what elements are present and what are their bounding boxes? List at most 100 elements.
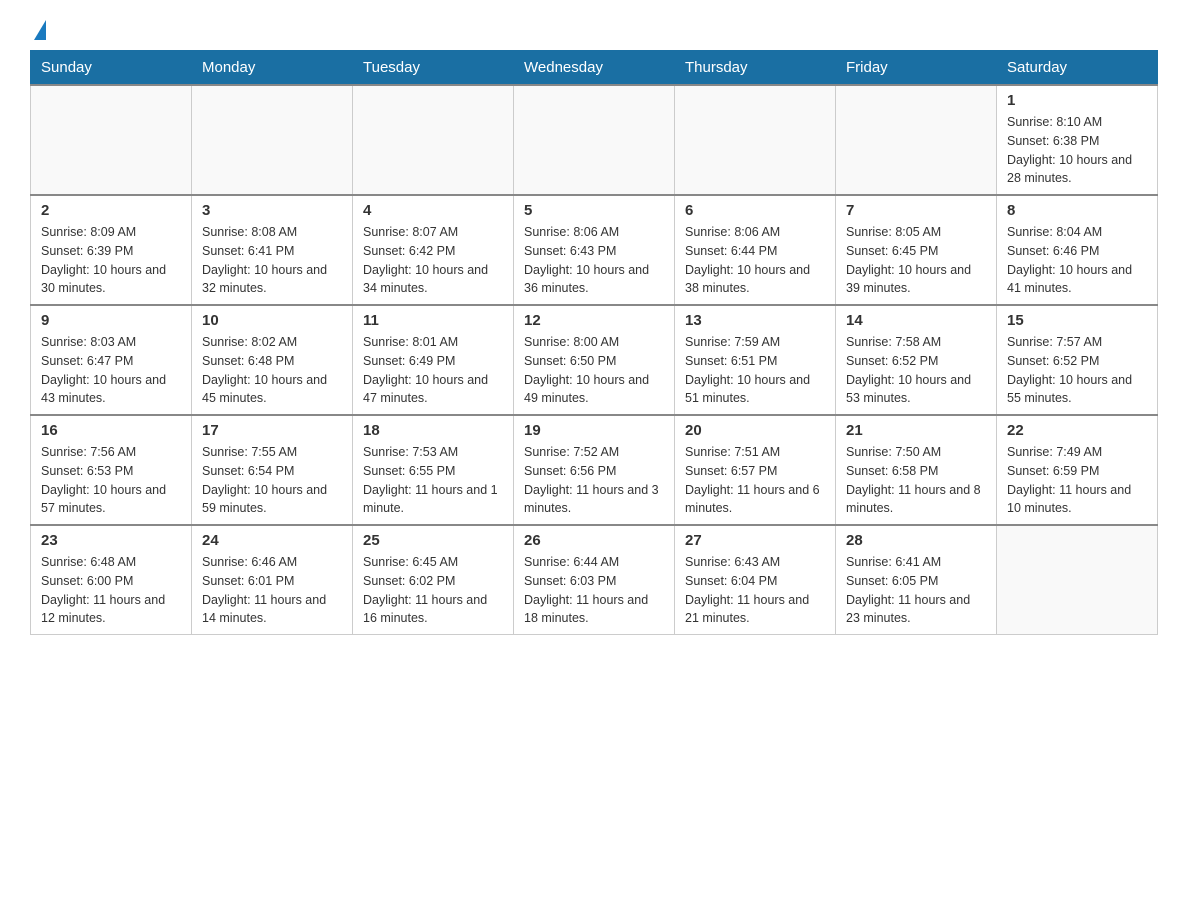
day-number: 3 — [202, 202, 342, 219]
day-number: 27 — [685, 532, 825, 549]
day-number: 4 — [363, 202, 503, 219]
day-number: 13 — [685, 312, 825, 329]
day-info: Sunrise: 8:04 AM Sunset: 6:46 PM Dayligh… — [1007, 223, 1147, 298]
calendar-cell: 24 Sunrise: 6:46 AM Sunset: 6:01 PM Dayli… — [192, 525, 353, 635]
calendar-cell — [353, 85, 514, 195]
calendar-week-row: 16 Sunrise: 7:56 AM Sunset: 6:53 PM Dayli… — [31, 415, 1158, 525]
calendar-cell: 22Sunrise: 7:49 AM Sunset: 6:59 PM Dayli… — [997, 415, 1158, 525]
day-info: Sunrise: 7:50 AM Sunset: 6:58 PM Dayligh… — [846, 443, 986, 518]
day-info: Sunrise: 8:07 AM Sunset: 6:42 PM Dayligh… — [363, 223, 503, 298]
calendar-cell: 15 Sunrise: 7:57 AM Sunset: 6:52 PM Dayli… — [997, 305, 1158, 415]
calendar-cell: 1Sunrise: 8:10 AM Sunset: 6:38 PM Daylig… — [997, 85, 1158, 195]
calendar-cell: 12 Sunrise: 8:00 AM Sunset: 6:50 PM Dayli… — [514, 305, 675, 415]
day-info: Sunrise: 8:00 AM Sunset: 6:50 PM Dayligh… — [524, 333, 664, 408]
calendar-cell: 27 Sunrise: 6:43 AM Sunset: 6:04 PM Dayli… — [675, 525, 836, 635]
calendar-cell: 25 Sunrise: 6:45 AM Sunset: 6:02 PM Dayli… — [353, 525, 514, 635]
day-number: 25 — [363, 532, 503, 549]
weekday-header-sunday: Sunday — [31, 51, 192, 86]
day-info: Sunrise: 7:51 AM Sunset: 6:57 PM Dayligh… — [685, 443, 825, 518]
day-number: 19 — [524, 422, 664, 439]
day-info: Sunrise: 7:58 AM Sunset: 6:52 PM Dayligh… — [846, 333, 986, 408]
calendar-cell: 23 Sunrise: 6:48 AM Sunset: 6:00 PM Dayli… — [31, 525, 192, 635]
day-info: Sunrise: 8:02 AM Sunset: 6:48 PM Dayligh… — [202, 333, 342, 408]
calendar-cell: 16 Sunrise: 7:56 AM Sunset: 6:53 PM Dayli… — [31, 415, 192, 525]
day-number: 5 — [524, 202, 664, 219]
day-info: Sunrise: 6:45 AM Sunset: 6:02 PM Dayligh… — [363, 553, 503, 628]
calendar-cell: 9 Sunrise: 8:03 AM Sunset: 6:47 PM Daylig… — [31, 305, 192, 415]
day-number: 11 — [363, 312, 503, 329]
day-number: 22 — [1007, 422, 1147, 439]
calendar-table: SundayMondayTuesdayWednesdayThursdayFrid… — [30, 50, 1158, 635]
calendar-cell — [514, 85, 675, 195]
day-info: Sunrise: 7:53 AM Sunset: 6:55 PM Dayligh… — [363, 443, 503, 518]
day-number: 17 — [202, 422, 342, 439]
calendar-cell: 28 Sunrise: 6:41 AM Sunset: 6:05 PM Dayli… — [836, 525, 997, 635]
calendar-cell — [192, 85, 353, 195]
day-info: Sunrise: 8:09 AM Sunset: 6:39 PM Dayligh… — [41, 223, 181, 298]
day-number: 12 — [524, 312, 664, 329]
calendar-cell: 5 Sunrise: 8:06 AM Sunset: 6:43 PM Daylig… — [514, 195, 675, 305]
calendar-cell: 7 Sunrise: 8:05 AM Sunset: 6:45 PM Daylig… — [836, 195, 997, 305]
day-number: 18 — [363, 422, 503, 439]
day-number: 6 — [685, 202, 825, 219]
calendar-cell: 19 Sunrise: 7:52 AM Sunset: 6:56 PM Dayli… — [514, 415, 675, 525]
day-info: Sunrise: 7:57 AM Sunset: 6:52 PM Dayligh… — [1007, 333, 1147, 408]
calendar-cell: 2 Sunrise: 8:09 AM Sunset: 6:39 PM Daylig… — [31, 195, 192, 305]
day-number: 28 — [846, 532, 986, 549]
day-info: Sunrise: 7:56 AM Sunset: 6:53 PM Dayligh… — [41, 443, 181, 518]
calendar-cell: 3 Sunrise: 8:08 AM Sunset: 6:41 PM Daylig… — [192, 195, 353, 305]
calendar-cell: 21 Sunrise: 7:50 AM Sunset: 6:58 PM Dayli… — [836, 415, 997, 525]
calendar-cell — [31, 85, 192, 195]
weekday-header-tuesday: Tuesday — [353, 51, 514, 86]
calendar-cell: 20 Sunrise: 7:51 AM Sunset: 6:57 PM Dayli… — [675, 415, 836, 525]
calendar-week-row: 23 Sunrise: 6:48 AM Sunset: 6:00 PM Dayli… — [31, 525, 1158, 635]
day-info: Sunrise: 8:01 AM Sunset: 6:49 PM Dayligh… — [363, 333, 503, 408]
day-number: 15 — [1007, 312, 1147, 329]
day-number: 7 — [846, 202, 986, 219]
day-info: Sunrise: 8:08 AM Sunset: 6:41 PM Dayligh… — [202, 223, 342, 298]
calendar-cell — [675, 85, 836, 195]
calendar-cell — [836, 85, 997, 195]
calendar-week-row: 1Sunrise: 8:10 AM Sunset: 6:38 PM Daylig… — [31, 85, 1158, 195]
calendar-cell — [997, 525, 1158, 635]
day-info: Sunrise: 6:46 AM Sunset: 6:01 PM Dayligh… — [202, 553, 342, 628]
logo-triangle-icon — [34, 20, 46, 40]
day-number: 8 — [1007, 202, 1147, 219]
day-number: 20 — [685, 422, 825, 439]
weekday-header-saturday: Saturday — [997, 51, 1158, 86]
day-info: Sunrise: 8:05 AM Sunset: 6:45 PM Dayligh… — [846, 223, 986, 298]
day-info: Sunrise: 6:48 AM Sunset: 6:00 PM Dayligh… — [41, 553, 181, 628]
weekday-header-wednesday: Wednesday — [514, 51, 675, 86]
calendar-cell: 17 Sunrise: 7:55 AM Sunset: 6:54 PM Dayli… — [192, 415, 353, 525]
day-number: 9 — [41, 312, 181, 329]
calendar-cell: 14Sunrise: 7:58 AM Sunset: 6:52 PM Dayli… — [836, 305, 997, 415]
day-number: 24 — [202, 532, 342, 549]
weekday-header-row: SundayMondayTuesdayWednesdayThursdayFrid… — [31, 51, 1158, 86]
day-info: Sunrise: 7:59 AM Sunset: 6:51 PM Dayligh… — [685, 333, 825, 408]
calendar-cell: 4 Sunrise: 8:07 AM Sunset: 6:42 PM Daylig… — [353, 195, 514, 305]
day-info: Sunrise: 6:43 AM Sunset: 6:04 PM Dayligh… — [685, 553, 825, 628]
day-number: 26 — [524, 532, 664, 549]
day-info: Sunrise: 7:52 AM Sunset: 6:56 PM Dayligh… — [524, 443, 664, 518]
day-number: 21 — [846, 422, 986, 439]
day-info: Sunrise: 8:06 AM Sunset: 6:43 PM Dayligh… — [524, 223, 664, 298]
calendar-cell: 6 Sunrise: 8:06 AM Sunset: 6:44 PM Daylig… — [675, 195, 836, 305]
weekday-header-friday: Friday — [836, 51, 997, 86]
calendar-week-row: 9 Sunrise: 8:03 AM Sunset: 6:47 PM Daylig… — [31, 305, 1158, 415]
calendar-cell: 10Sunrise: 8:02 AM Sunset: 6:48 PM Dayli… — [192, 305, 353, 415]
calendar-cell: 13 Sunrise: 7:59 AM Sunset: 6:51 PM Dayli… — [675, 305, 836, 415]
day-info: Sunrise: 8:10 AM Sunset: 6:38 PM Dayligh… — [1007, 113, 1147, 188]
calendar-cell: 18 Sunrise: 7:53 AM Sunset: 6:55 PM Dayli… — [353, 415, 514, 525]
day-info: Sunrise: 7:55 AM Sunset: 6:54 PM Dayligh… — [202, 443, 342, 518]
day-info: Sunrise: 8:03 AM Sunset: 6:47 PM Dayligh… — [41, 333, 181, 408]
day-info: Sunrise: 6:41 AM Sunset: 6:05 PM Dayligh… — [846, 553, 986, 628]
day-number: 23 — [41, 532, 181, 549]
weekday-header-thursday: Thursday — [675, 51, 836, 86]
weekday-header-monday: Monday — [192, 51, 353, 86]
day-info: Sunrise: 8:06 AM Sunset: 6:44 PM Dayligh… — [685, 223, 825, 298]
day-number: 16 — [41, 422, 181, 439]
calendar-cell: 26Sunrise: 6:44 AM Sunset: 6:03 PM Dayli… — [514, 525, 675, 635]
logo — [30, 20, 46, 40]
page-header — [30, 20, 1158, 40]
day-number: 2 — [41, 202, 181, 219]
